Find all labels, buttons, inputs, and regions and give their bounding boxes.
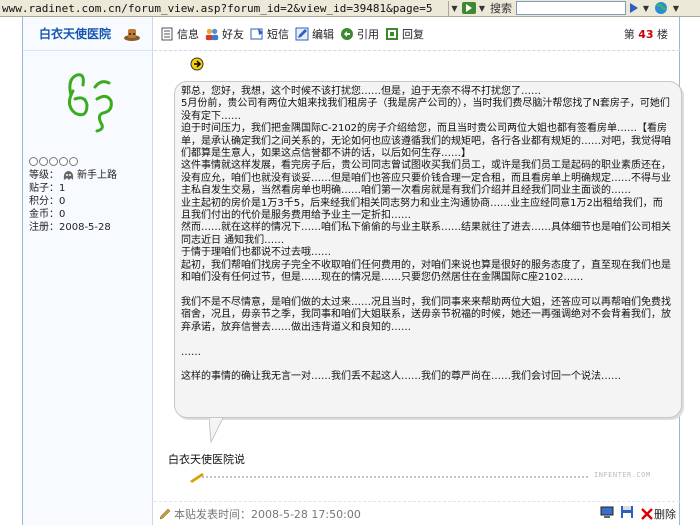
edit-icon (295, 27, 309, 41)
post-time: 本贴发表时间：2008-5-28 17:50:00 (174, 507, 361, 521)
level-row: 等级： 新手上路 (29, 169, 117, 182)
post-toolbar: 信息 好友 短信 编辑 引用 回复 第 43 楼 (154, 17, 680, 51)
address-input[interactable]: www.radinet.com.cn/forum_view.asp?forum_… (0, 2, 448, 15)
message-label: 短信 (267, 27, 289, 41)
globe-icon[interactable] (650, 1, 672, 16)
floor-suffix: 楼 (657, 27, 668, 41)
post-body: 郭总，您好，我想，这个时候不该打扰您……但是，迫于无奈不得不打扰您了…… 5月份… (181, 86, 671, 383)
level-label: 等级： (29, 170, 59, 181)
ghost-icon (62, 170, 75, 181)
go-dropdown-icon[interactable]: ▼ (478, 4, 486, 13)
rank-star-icon (49, 157, 58, 166)
post-footer: 本贴发表时间：2008-5-28 17:50:00 删除 (154, 501, 680, 525)
rank-stars (29, 157, 78, 166)
signature-divider (190, 473, 590, 483)
quote-label: 引用 (357, 27, 379, 41)
document-icon (160, 27, 174, 41)
author-name[interactable]: 白衣天使医院 (39, 25, 111, 42)
quote-icon (340, 27, 354, 41)
rank-star-icon (69, 157, 78, 166)
avatar (61, 65, 119, 135)
info-button[interactable]: 信息 (160, 26, 199, 42)
message-icon (250, 27, 264, 41)
browser-address-bar: www.radinet.com.cn/forum_view.asp?forum_… (0, 0, 700, 17)
rank-star-icon (39, 157, 48, 166)
search-input[interactable] (516, 1, 626, 15)
people-icon (205, 27, 219, 41)
rank-star-icon (29, 157, 38, 166)
post-frame: 白衣天使医院 等级： 新手上路 贴子：1 积分：0 金币：0 注册：2008-5… (22, 17, 682, 525)
hat-icon (123, 26, 141, 42)
level-value: 新手上路 (77, 170, 117, 181)
floor-number: 43 (638, 27, 654, 41)
friend-button[interactable]: 好友 (205, 26, 244, 42)
author-header: 白衣天使医院 (23, 17, 152, 51)
info-label: 信息 (177, 27, 199, 41)
globe-dropdown-icon[interactable]: ▼ (672, 4, 680, 13)
points-count: 积分：0 (29, 196, 66, 207)
left-margin (0, 17, 22, 525)
search-label: 搜索 (490, 2, 512, 15)
register-date: 注册：2008-5-28 (29, 222, 111, 233)
edit-label: 编辑 (312, 27, 334, 41)
friend-label: 好友 (222, 27, 244, 41)
floor-prefix: 第 (623, 27, 635, 41)
quote-button[interactable]: 引用 (340, 26, 379, 42)
address-dropdown-icon[interactable]: ▼ (448, 0, 460, 16)
post-area: 信息 好友 短信 编辑 引用 回复 第 43 楼 郭总，您好，我想，这个时候不该… (154, 17, 682, 525)
post-actions: 删除 (600, 505, 680, 522)
floor-indicator: 第 43 楼 (624, 26, 668, 42)
delete-label: 删除 (654, 507, 676, 521)
search-arrow-icon[interactable] (626, 1, 642, 16)
floppy-icon[interactable] (620, 505, 634, 522)
posts-count: 贴子：1 (29, 183, 66, 194)
delete-x-icon (641, 507, 653, 520)
delete-button[interactable]: 删除 (640, 506, 676, 522)
go-arrow-icon[interactable] (460, 1, 478, 16)
rank-star-icon (59, 157, 68, 166)
computer-icon[interactable] (600, 505, 614, 522)
right-margin (680, 17, 700, 525)
edit-button[interactable]: 编辑 (295, 26, 334, 42)
reply-button[interactable]: 回复 (385, 26, 424, 42)
watermark-logo: INFENTER.COM (594, 471, 651, 479)
search-dropdown-icon[interactable]: ▼ (642, 4, 650, 13)
pen-icon (158, 507, 172, 521)
reply-label: 回复 (402, 27, 424, 41)
reply-icon (385, 27, 399, 41)
message-button[interactable]: 短信 (250, 26, 289, 42)
author-panel: 白衣天使医院 等级： 新手上路 贴子：1 积分：0 金币：0 注册：2008-5… (23, 17, 153, 525)
bubble-tail (209, 418, 224, 444)
post-bubble: 郭总，您好，我想，这个时候不该打扰您……但是，迫于无奈不得不打扰您了…… 5月份… (174, 81, 682, 444)
author-meta: 等级： 新手上路 贴子：1 积分：0 金币：0 注册：2008-5-28 (29, 169, 117, 234)
arrow-right-icon[interactable] (190, 57, 204, 71)
signature-name: 白衣天使医院说 (168, 453, 245, 466)
money-count: 金币：0 (29, 209, 66, 220)
